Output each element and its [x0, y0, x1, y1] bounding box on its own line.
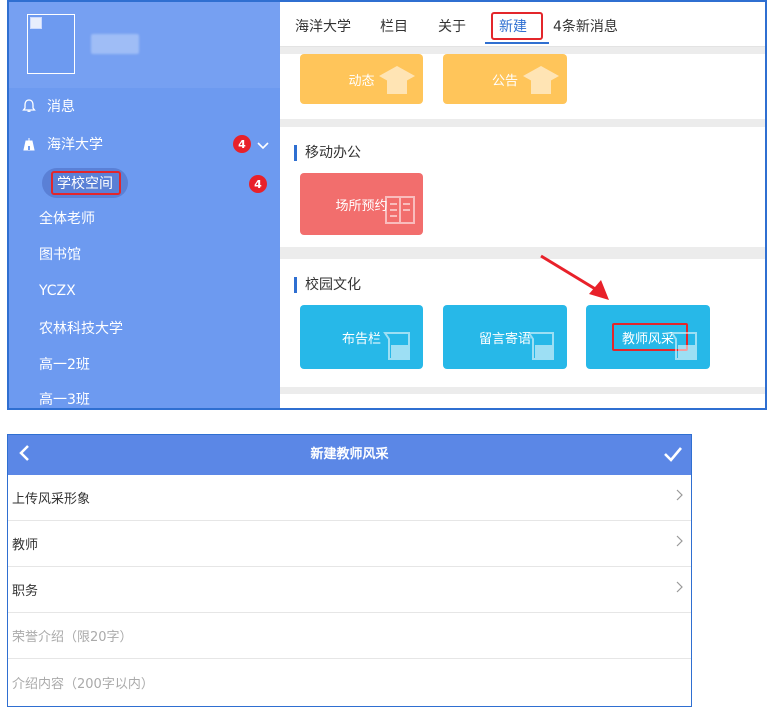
- tile-venue-booking[interactable]: 场所预约: [300, 173, 423, 235]
- tile-teacher-showcase[interactable]: 教师风采: [586, 305, 710, 369]
- tile-label: 公告: [491, 73, 518, 89]
- tile-guestbook[interactable]: 留言寄语: [443, 305, 567, 369]
- stage: 消息 海洋大学 4 学校空间 4 全体老师 图书馆 YCZX 农林科技大学 高一: [0, 0, 776, 721]
- tile-label: 场所预约: [335, 198, 388, 214]
- sidebar-subitem-agri-university[interactable]: 农林科技大学: [39, 313, 123, 343]
- sidebar-subitem-class-2[interactable]: 高一2班: [39, 349, 90, 379]
- form-row-upload-photo[interactable]: 上传风采形象: [8, 475, 691, 521]
- unread-badge: 4: [233, 135, 251, 153]
- tile-news[interactable]: 动态: [300, 54, 423, 104]
- sidebar-subitem-school-space[interactable]: 学校空间: [57, 168, 113, 198]
- nav-school[interactable]: 海洋大学: [295, 16, 351, 36]
- annotation-arrow-icon: [540, 254, 609, 300]
- section-campus-culture: 校园文化 布告栏 留言寄语 教师风采: [280, 259, 765, 387]
- chevron-right-icon: [676, 581, 683, 597]
- back-icon[interactable]: [12, 443, 36, 467]
- form-title: 新建教师风采: [310, 447, 389, 462]
- section-title: 校园文化: [294, 277, 361, 293]
- sidebar: 消息 海洋大学 4 学校空间 4 全体老师 图书馆 YCZX 农林科技大学 高一: [9, 2, 280, 408]
- tile-label: 动态: [348, 73, 375, 89]
- check-icon[interactable]: [661, 443, 685, 467]
- sidebar-header: [9, 2, 280, 88]
- app-screenshot-panel: 消息 海洋大学 4 学校空间 4 全体老师 图书馆 YCZX 农林科技大学 高一: [7, 0, 767, 410]
- sidebar-item-label: 消息: [47, 99, 75, 115]
- form-row-position[interactable]: 职务: [8, 567, 691, 613]
- nav-columns[interactable]: 栏目: [380, 16, 408, 36]
- tile-label: 布告栏: [341, 331, 381, 347]
- nav-new-messages[interactable]: 4条新消息: [553, 16, 618, 36]
- section-news: 动态 公告: [280, 54, 765, 119]
- beaker-icon: [383, 325, 417, 365]
- chevron-right-icon: [676, 489, 683, 505]
- unread-badge: 4: [249, 175, 267, 193]
- beaker-icon: [670, 325, 704, 365]
- honor-intro-field[interactable]: 荣誉介绍（限20字）: [8, 613, 691, 659]
- sidebar-item-label: 海洋大学: [47, 137, 103, 153]
- section-mobile-office: 移动办公 场所预约: [280, 127, 765, 247]
- username-blurred: [91, 34, 139, 54]
- avatar[interactable]: [27, 14, 75, 74]
- form-row-label: 教师: [12, 538, 39, 553]
- tile-bulletin-board[interactable]: 布告栏: [300, 305, 423, 369]
- book-icon: [383, 193, 417, 231]
- intro-content-placeholder: 介绍内容（200字以内）: [12, 676, 154, 692]
- sidebar-subitem-class-3[interactable]: 高一3班: [39, 384, 90, 408]
- sidebar-subitem-all-teachers[interactable]: 全体老师: [39, 203, 95, 233]
- form-row-teacher[interactable]: 教师: [8, 521, 691, 567]
- sidebar-subitem-yczx[interactable]: YCZX: [39, 276, 76, 306]
- sidebar-item-messages[interactable]: 消息: [9, 88, 280, 124]
- chevron-down-icon[interactable]: [257, 139, 269, 153]
- graduation-cap-icon: [521, 62, 561, 100]
- broken-image-icon: [30, 17, 42, 29]
- annotation-highlight-box: [491, 12, 543, 40]
- bell-icon: [21, 98, 37, 114]
- beaker-icon: [527, 325, 561, 365]
- section-title: 移动办公: [294, 145, 361, 161]
- sidebar-subitem-library[interactable]: 图书馆: [39, 239, 81, 269]
- nav-about[interactable]: 关于: [438, 16, 466, 36]
- tile-announcement[interactable]: 公告: [443, 54, 567, 104]
- graduation-cap-icon: [377, 62, 417, 100]
- honor-intro-placeholder: 荣誉介绍（限20字）: [12, 630, 133, 645]
- tile-label: 留言寄语: [478, 331, 531, 347]
- tile-label: 教师风采: [621, 331, 674, 347]
- section-next-peek: [280, 394, 765, 408]
- chevron-right-icon: [676, 535, 683, 551]
- form-header: 新建教师风采: [8, 435, 691, 475]
- form-row-label: 职务: [12, 584, 39, 599]
- school-icon: [21, 136, 37, 152]
- active-tab-indicator: [485, 42, 549, 44]
- form-row-label: 上传风采形象: [12, 492, 91, 507]
- intro-content-field[interactable]: 介绍内容（200字以内）: [8, 659, 691, 705]
- form-panel: 新建教师风采 上传风采形象 教师 职务 荣誉介绍（限20字） 介绍内容（200字…: [7, 434, 692, 707]
